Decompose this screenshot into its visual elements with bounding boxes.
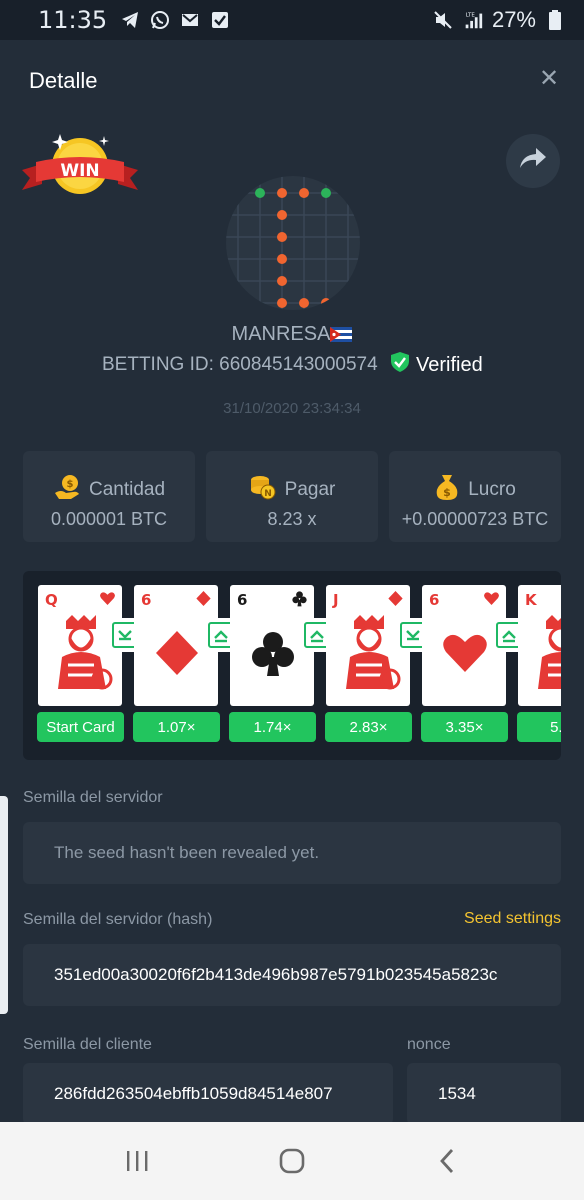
share-button[interactable] [506, 134, 560, 188]
close-icon[interactable]: ✕ [538, 67, 560, 91]
edge-panel-handle[interactable] [0, 796, 8, 1014]
club-icon [238, 613, 308, 693]
win-badge: WIN [22, 128, 138, 208]
coin-stack-icon: N [249, 473, 277, 507]
face-card-illustration [334, 613, 404, 693]
server-seed-label: Semilla del servidor [23, 789, 163, 806]
avatar [226, 176, 360, 310]
playing-card: K [518, 585, 561, 706]
server-hash-label: Semilla del servidor (hash) [23, 911, 213, 928]
svg-text:LTE: LTE [466, 12, 476, 18]
nonce-label: nonce [407, 1036, 451, 1053]
status-bar: 11:35 LTE 27% [0, 0, 584, 40]
multiplier-badge: Start Card [37, 712, 124, 742]
home-icon[interactable] [272, 1141, 312, 1181]
status-time: 11:35 [38, 6, 108, 34]
nonce-field[interactable]: 1534 [407, 1063, 561, 1122]
diamond-suit-icon [195, 590, 212, 610]
telegram-icon [119, 9, 141, 31]
back-icon[interactable] [427, 1141, 467, 1181]
stat-cantidad: $ Cantidad 0.000001 BTC [23, 451, 195, 542]
verified-label: Verified [416, 353, 483, 376]
shield-check-icon [390, 351, 410, 379]
card-rank: 6 [141, 591, 152, 609]
server-hash-field[interactable]: 351ed00a30020f6f2b413de496b987e5791b0235… [23, 944, 561, 1006]
svg-text:$: $ [66, 479, 73, 490]
multiplier-badge: 5.4 [517, 712, 561, 742]
diamond-suit-icon [387, 590, 404, 610]
multiplier-badge: 3.35× [421, 712, 508, 742]
club-suit-icon [291, 590, 308, 610]
stat-value: 8.23 x [267, 509, 317, 529]
client-seed-field[interactable]: 286fdd263504ebffb1059d84514e807 [23, 1063, 393, 1122]
multiplier-badge: 1.07× [133, 712, 220, 742]
card-rank: 6 [237, 591, 248, 609]
stat-label: Pagar [284, 479, 336, 500]
client-seed-label: Semilla del cliente [23, 1036, 152, 1053]
cuba-flag-icon [330, 325, 353, 348]
win-label: WIN [60, 161, 99, 181]
betting-id: BETTING ID: 660845143000574 [102, 354, 378, 375]
card-rank: K [525, 591, 537, 609]
diamond-icon [142, 613, 212, 693]
detail-panel: Detalle ✕ WIN MANRESA BETTING ID: 660845… [0, 40, 584, 1122]
card-rank: Q [45, 591, 58, 609]
svg-text:$: $ [443, 486, 451, 499]
bet-date: 31/10/2020 23:34:34 [223, 400, 361, 417]
face-card-illustration [526, 613, 561, 693]
whatsapp-icon [149, 9, 171, 31]
recents-icon[interactable] [117, 1141, 157, 1181]
coin-hand-icon: $ [53, 473, 81, 507]
stat-value: 0.000001 BTC [50, 509, 168, 529]
stat-value: +0.00000723 BTC [401, 509, 549, 529]
share-icon [518, 146, 548, 177]
username-text: MANRESA [231, 323, 331, 345]
money-bag-icon: $ [434, 473, 460, 507]
gmail-icon [179, 9, 201, 31]
heart-icon [430, 613, 500, 693]
stat-lucro: $ Lucro +0.00000723 BTC [389, 451, 561, 542]
checkbox-icon [209, 9, 231, 31]
server-seed-field: The seed hasn't been revealed yet. [23, 822, 561, 884]
verified-status: Verified [390, 351, 483, 379]
heart-suit-icon [483, 590, 500, 610]
stat-label: Lucro [468, 479, 516, 500]
svg-text:N: N [264, 489, 272, 499]
heart-suit-icon [99, 590, 116, 610]
mute-icon [432, 9, 454, 31]
card-history[interactable]: Q Start Card 6 1.07× 6 1.74× J 2.83× 6 3.35× K 5.4 [23, 571, 561, 760]
battery-icon [544, 9, 566, 31]
username: MANRESA [0, 323, 584, 348]
card-rank: 6 [429, 591, 440, 609]
navigation-bar [0, 1122, 584, 1200]
seed-settings-link[interactable]: Seed settings [464, 910, 561, 928]
battery-percent: 27% [491, 7, 536, 32]
multiplier-badge: 1.74× [229, 712, 316, 742]
stat-pagar: N Pagar 8.23 x [206, 451, 378, 542]
page-title: Detalle [29, 68, 98, 93]
card-rank: J [333, 591, 339, 609]
lte-signal-icon: LTE [462, 9, 484, 31]
face-card-illustration [46, 613, 116, 693]
stat-label: Cantidad [88, 479, 166, 500]
multiplier-badge: 2.83× [325, 712, 412, 742]
